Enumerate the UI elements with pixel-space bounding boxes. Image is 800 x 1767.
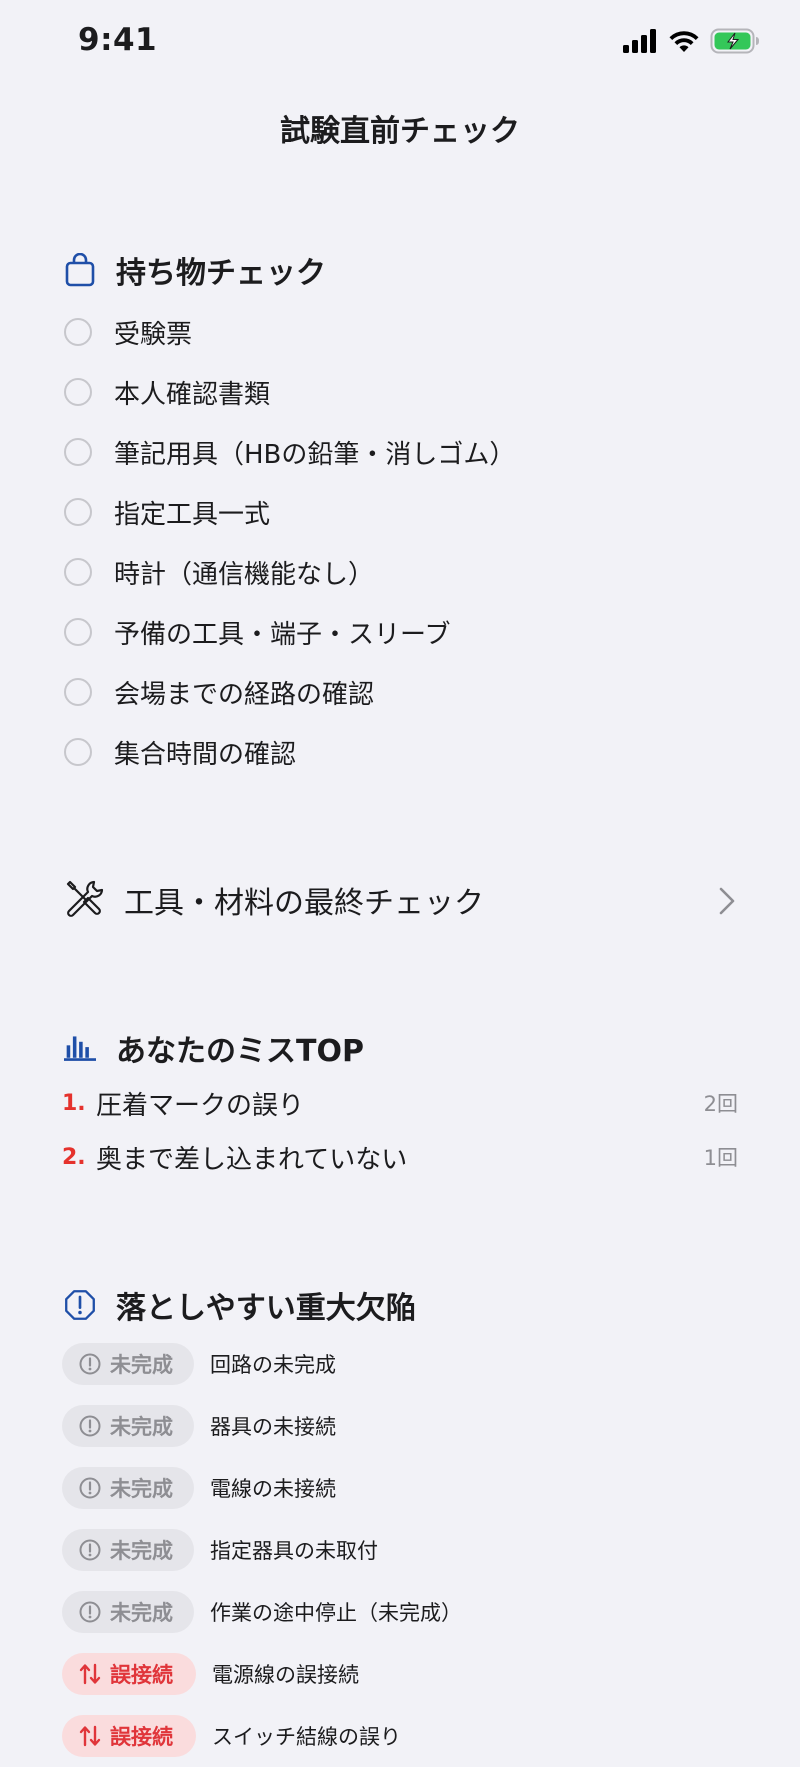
status-bar: 9:41 — [0, 0, 800, 86]
defect-label: 回路の未完成 — [210, 1353, 336, 1377]
exclamation-circle-icon — [78, 1414, 102, 1438]
checklist-item[interactable]: 本人確認書類 — [0, 362, 800, 422]
exclamation-circle-icon — [78, 1600, 102, 1624]
battery-charging-icon — [710, 28, 760, 58]
belongings-title: 持ち物チェック — [116, 256, 326, 291]
bar-chart-icon — [64, 1030, 96, 1066]
status-badge: 未完成 — [62, 1591, 194, 1633]
exclamation-circle-icon — [78, 1352, 102, 1376]
badge-label: 誤接続 — [110, 1725, 173, 1749]
defect-label: 電線の未接続 — [210, 1477, 336, 1501]
belongings-section: 持ち物チェック 受験票 本人確認書類 筆記用具（HBの鉛筆・消しゴム） 指定工具… — [0, 248, 800, 782]
status-badge: 未完成 — [62, 1343, 194, 1385]
defects-title: 落としやすい重大欠陥 — [116, 1291, 416, 1326]
badge-label: 誤接続 — [110, 1663, 173, 1687]
defect-item: 未完成 回路の未完成 — [0, 1333, 800, 1395]
tools-icon — [64, 878, 104, 922]
checklist-item-label: 筆記用具（HBの鉛筆・消しゴム） — [114, 439, 516, 470]
mistake-label: 奥まで差し込まれていない — [96, 1144, 408, 1175]
status-badge: 誤接続 — [62, 1715, 196, 1757]
bag-icon — [64, 252, 96, 288]
mistake-label: 圧着マークの誤り — [96, 1090, 305, 1121]
checklist-item[interactable]: 会場までの経路の確認 — [0, 662, 800, 722]
alert-octagon-icon — [64, 1287, 96, 1323]
mistakes-section: あなたのミスTOP 1. 圧着マークの誤り 2回 2. 奥まで差し込まれていない… — [0, 1026, 800, 1184]
checklist-item[interactable]: 時計（通信機能なし） — [0, 542, 800, 602]
checklist-item[interactable]: 集合時間の確認 — [0, 722, 800, 782]
checkbox-circle-icon[interactable] — [64, 678, 92, 706]
checklist-item-label: 時計（通信機能なし） — [114, 559, 375, 590]
checklist-item-label: 予備の工具・端子・スリーブ — [114, 619, 451, 650]
defects-section: 落としやすい重大欠陥 未完成 回路の未完成 未完成 器具の未接続 未完成 電線の… — [0, 1283, 800, 1767]
defects-list: 未完成 回路の未完成 未完成 器具の未接続 未完成 電線の未接続 未完成 指定器… — [0, 1333, 800, 1767]
mistake-rank: 1. — [62, 1090, 86, 1116]
checklist-item-label: 会場までの経路の確認 — [114, 679, 375, 710]
checklist-item-label: 本人確認書類 — [114, 379, 271, 410]
defect-item: 誤接続 電源線の誤接続 — [0, 1643, 800, 1705]
wifi-icon — [668, 29, 700, 57]
mistake-item: 1. 圧着マークの誤り 2回 — [0, 1076, 800, 1130]
mistakes-header: あなたのミスTOP — [0, 1026, 800, 1070]
defect-item: 未完成 作業の途中停止（未完成） — [0, 1581, 800, 1643]
checklist-item[interactable]: 受験票 — [0, 302, 800, 362]
mistake-item: 2. 奥まで差し込まれていない 1回 — [0, 1130, 800, 1184]
checklist-item[interactable]: 筆記用具（HBの鉛筆・消しゴム） — [0, 422, 800, 482]
cellular-signal-icon — [622, 29, 658, 57]
badge-label: 未完成 — [110, 1601, 173, 1625]
swap-arrows-icon — [78, 1662, 102, 1686]
page-title: 試験直前チェック — [280, 114, 520, 149]
exclamation-circle-icon — [78, 1476, 102, 1500]
badge-label: 未完成 — [110, 1539, 173, 1563]
exclamation-circle-icon — [78, 1538, 102, 1562]
defect-label: 作業の途中停止（未完成） — [210, 1601, 462, 1625]
tools-link-label: 工具・材料の最終チェック — [124, 886, 484, 921]
mistakes-title: あなたのミスTOP — [116, 1034, 364, 1069]
mistake-rank: 2. — [62, 1144, 86, 1170]
checkbox-circle-icon[interactable] — [64, 618, 92, 646]
defect-label: 指定器具の未取付 — [210, 1539, 378, 1563]
defect-label: 器具の未接続 — [210, 1415, 336, 1439]
swap-arrows-icon — [78, 1724, 102, 1748]
defect-item: 未完成 指定器具の未取付 — [0, 1519, 800, 1581]
defect-item: 誤接続 スイッチ結線の誤り — [0, 1705, 800, 1767]
status-badge: 未完成 — [62, 1467, 194, 1509]
checkbox-circle-icon[interactable] — [64, 378, 92, 406]
defect-item: 未完成 電線の未接続 — [0, 1457, 800, 1519]
mistake-count: 2回 — [703, 1092, 738, 1116]
status-badge: 未完成 — [62, 1405, 194, 1447]
mistake-count: 1回 — [703, 1146, 738, 1170]
status-badge: 未完成 — [62, 1529, 194, 1571]
status-icons — [622, 28, 760, 58]
checklist-item-label: 集合時間の確認 — [114, 739, 297, 770]
checklist-item[interactable]: 予備の工具・端子・スリーブ — [0, 602, 800, 662]
checklist-item-label: 受験票 — [114, 319, 193, 350]
badge-label: 未完成 — [110, 1477, 173, 1501]
belongings-list: 受験票 本人確認書類 筆記用具（HBの鉛筆・消しゴム） 指定工具一式 時計（通信… — [0, 302, 800, 782]
badge-label: 未完成 — [110, 1415, 173, 1439]
checkbox-circle-icon[interactable] — [64, 498, 92, 526]
checkbox-circle-icon[interactable] — [64, 558, 92, 586]
checkbox-circle-icon[interactable] — [64, 438, 92, 466]
checkbox-circle-icon[interactable] — [64, 318, 92, 346]
checklist-item[interactable]: 指定工具一式 — [0, 482, 800, 542]
defect-label: 電源線の誤接続 — [212, 1663, 359, 1687]
defects-header: 落としやすい重大欠陥 — [0, 1283, 800, 1327]
checklist-item-label: 指定工具一式 — [114, 499, 271, 530]
mistakes-list: 1. 圧着マークの誤り 2回 2. 奥まで差し込まれていない 1回 — [0, 1076, 800, 1184]
defect-label: スイッチ結線の誤り — [212, 1725, 401, 1749]
status-time: 9:41 — [78, 22, 158, 58]
badge-label: 未完成 — [110, 1353, 173, 1377]
status-badge: 誤接続 — [62, 1653, 196, 1695]
tools-final-check-link[interactable]: 工具・材料の最終チェック — [0, 872, 800, 928]
chevron-right-icon — [718, 886, 736, 920]
defect-item: 未完成 器具の未接続 — [0, 1395, 800, 1457]
checkbox-circle-icon[interactable] — [64, 738, 92, 766]
belongings-header: 持ち物チェック — [0, 248, 800, 292]
